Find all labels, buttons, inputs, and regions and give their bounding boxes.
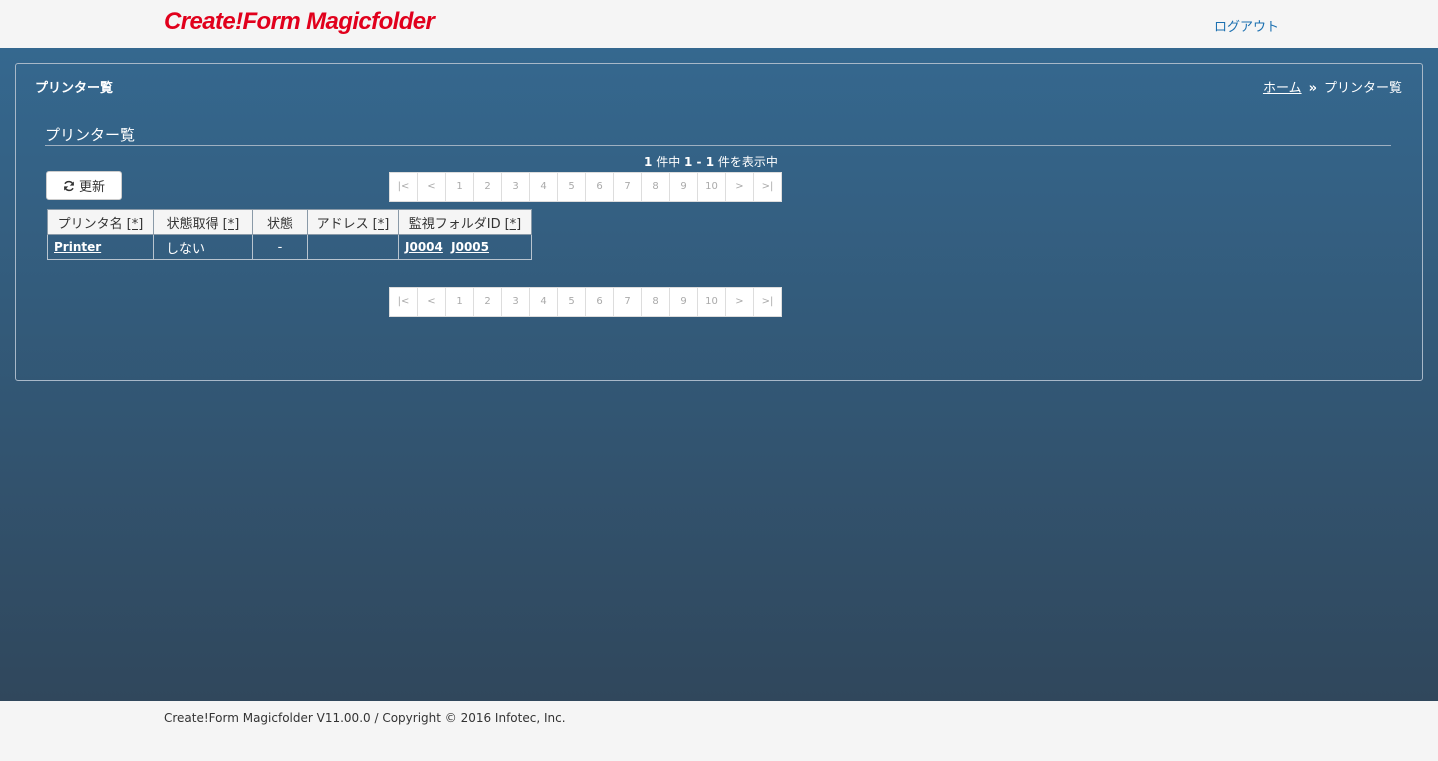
pager-page-5[interactable]: 5 xyxy=(558,173,586,201)
col-label: 状態 xyxy=(266,216,293,232)
section-title: プリンター覧 xyxy=(45,124,1391,146)
pager-page-2[interactable]: 2 xyxy=(474,173,502,201)
col-label: プリンタ名 xyxy=(57,216,123,232)
pager-first[interactable]: |< xyxy=(390,288,418,316)
pager-page-6[interactable]: 6 xyxy=(586,173,614,201)
pager-page-2[interactable]: 2 xyxy=(474,288,502,316)
printer-link[interactable]: Printer xyxy=(54,240,101,254)
pager-prev[interactable]: < xyxy=(418,288,446,316)
pager-page-3[interactable]: 3 xyxy=(502,173,530,201)
count-unit-2: 件を表示中 xyxy=(717,155,778,169)
folder-link[interactable]: J0005 xyxy=(451,240,489,254)
content-panel: プリンター覧 ホーム » プリンター覧 プリンター覧 1 件中 1 - 1 件を表示… xyxy=(15,63,1423,381)
pager-page-3[interactable]: 3 xyxy=(502,288,530,316)
table-row: Printer しない - J0004 J0005 xyxy=(47,234,532,260)
pager-last[interactable]: >| xyxy=(754,288,781,316)
pager-page-10[interactable]: 10 xyxy=(698,288,726,316)
header: Create!Form Magicfolder ログアウト xyxy=(0,0,1438,48)
main-area: プリンター覧 ホーム » プリンター覧 プリンター覧 1 件中 1 - 1 件を表示… xyxy=(0,48,1438,701)
col-printer-name: プリンタ名 [*] xyxy=(47,209,154,235)
refresh-label: 更新 xyxy=(78,180,105,195)
col-label: 状態取得 xyxy=(166,216,219,232)
pager-page-10[interactable]: 10 xyxy=(698,173,726,201)
pager-page-4[interactable]: 4 xyxy=(530,173,558,201)
pager-page-7[interactable]: 7 xyxy=(614,173,642,201)
pager-page-7[interactable]: 7 xyxy=(614,288,642,316)
pager-next[interactable]: > xyxy=(726,173,754,201)
pager-page-6[interactable]: 6 xyxy=(586,288,614,316)
logout-link[interactable]: ログアウト xyxy=(1214,16,1279,35)
cell-status: - xyxy=(252,234,308,260)
record-count: 1 件中 1 - 1 件を表示中 xyxy=(644,153,778,170)
table-header-row: プリンタ名 [*] 状態取得 [*] 状態 アドレス [*] 監視フォルダID [*] xyxy=(47,209,532,235)
breadcrumb-separator: » xyxy=(1308,81,1317,96)
printer-table: プリンタ名 [*] 状態取得 [*] 状態 アドレス [*] 監視フォルダID [*] … xyxy=(47,209,532,260)
col-status-fetch: 状態取得 [*] xyxy=(153,209,253,235)
pager-last[interactable]: >| xyxy=(754,173,781,201)
col-status: 状態 xyxy=(252,209,308,235)
breadcrumb-home-link[interactable]: ホーム xyxy=(1263,81,1302,96)
pager-bottom: |< < 1 2 3 4 5 6 7 8 9 10 > >| xyxy=(389,287,782,317)
pager-page-5[interactable]: 5 xyxy=(558,288,586,316)
sort-link[interactable]: [*] xyxy=(127,217,144,232)
cell-printer-name: Printer xyxy=(47,234,154,260)
pager-page-1[interactable]: 1 xyxy=(446,173,474,201)
refresh-icon xyxy=(64,180,74,191)
footer: Create!Form Magicfolder V11.00.0 / Copyr… xyxy=(0,701,1438,761)
cell-status-fetch: しない xyxy=(153,234,253,260)
col-folder-id: 監視フォルダID [*] xyxy=(398,209,532,235)
count-range: 1 - 1 xyxy=(684,155,715,169)
count-total: 1 xyxy=(644,155,653,169)
breadcrumb-current: プリンター覧 xyxy=(1323,81,1402,96)
col-address: アドレス [*] xyxy=(307,209,399,235)
col-label: 監視フォルダID xyxy=(408,216,501,232)
refresh-button[interactable]: 更新 xyxy=(46,171,122,200)
pager-prev[interactable]: < xyxy=(418,173,446,201)
pager-top: |< < 1 2 3 4 5 6 7 8 9 10 > >| xyxy=(389,172,782,202)
footer-copyright: Create!Form Magicfolder V11.00.0 / Copyr… xyxy=(164,711,566,725)
pager-page-1[interactable]: 1 xyxy=(446,288,474,316)
folder-link[interactable]: J0004 xyxy=(405,240,443,254)
sort-link[interactable]: [*] xyxy=(373,217,390,232)
pager-page-9[interactable]: 9 xyxy=(670,173,698,201)
sort-link[interactable]: [*] xyxy=(223,217,240,232)
pager-next[interactable]: > xyxy=(726,288,754,316)
pager-page-4[interactable]: 4 xyxy=(530,288,558,316)
pager-first[interactable]: |< xyxy=(390,173,418,201)
panel-title: プリンター覧 xyxy=(35,81,114,96)
cell-folder-id: J0004 J0005 xyxy=(398,234,532,260)
sort-link[interactable]: [*] xyxy=(505,217,522,232)
pager-page-8[interactable]: 8 xyxy=(642,288,670,316)
cell-address xyxy=(307,234,399,260)
pager-page-8[interactable]: 8 xyxy=(642,173,670,201)
count-unit-1: 件中 xyxy=(656,155,681,169)
col-label: アドレス xyxy=(316,216,369,232)
breadcrumb: ホーム » プリンター覧 xyxy=(1263,77,1402,96)
pager-page-9[interactable]: 9 xyxy=(670,288,698,316)
logo: Create!Form Magicfolder xyxy=(164,8,435,35)
